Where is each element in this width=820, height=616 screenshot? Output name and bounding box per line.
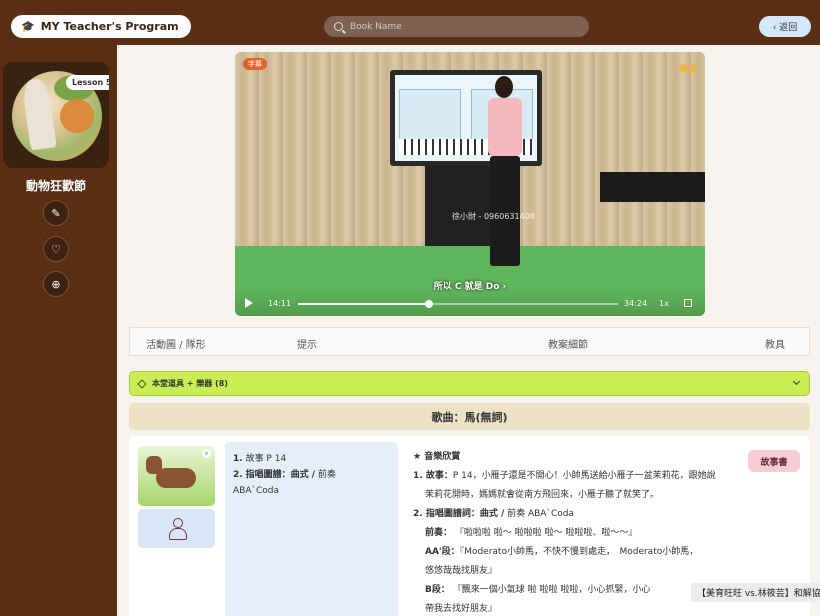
search-input[interactable] [350,21,570,32]
time-elapsed: 14:11 [268,299,292,308]
book-cover[interactable]: Lesson 5 [3,62,109,168]
song-title-bar: 歌曲：馬(無詞) [129,403,810,430]
search-bar[interactable] [324,16,589,37]
chevron-down-icon[interactable] [792,377,801,386]
zoom-in-icon: ⊕ [51,277,61,291]
tab-lesson-details[interactable]: 教案細節 [548,336,588,351]
time-total: 34:24 [624,299,648,308]
playback-speed[interactable]: 1x [659,299,669,308]
content-tabs: 活動圖 / 隊形 提示 教案細節 教具 [129,327,810,356]
book-title: 動物狂歡節 [25,179,86,193]
main-content: 字幕 美育 徐小財 - 0960631408 所以 C 就是 Do › 14:1… [117,45,820,616]
props-instruments-accordion[interactable]: 本堂道具 + 樂器 (8) [129,371,810,396]
top-bar: 🎓 MY Teacher's Program ‹ 返回 [0,0,820,45]
graduation-cap-icon: 🎓 [21,20,35,33]
video-player[interactable]: 字幕 美育 徐小財 - 0960631408 所以 C 就是 Do › 14:1… [235,52,705,316]
props-label: 本堂道具 + 樂器 (8) [152,379,228,388]
person-icon [168,517,187,540]
video-progress-bar[interactable] [298,300,618,308]
formation-thumbnail[interactable] [138,509,215,548]
brand-home-button[interactable]: 🎓 MY Teacher's Program [11,15,191,38]
back-button[interactable]: ‹ 返回 [759,16,811,37]
horse-thumbnail[interactable]: ⌕ [138,446,215,506]
favorite-button[interactable]: ♡ [43,236,69,262]
heart-icon: ♡ [51,242,61,256]
lesson-badge: Lesson 5 [66,75,109,90]
hints-column: 1. 故事 P 14 2. 指唱圖譜：曲式 / 前奏 ABA`Coda [225,442,398,616]
caption-toggle[interactable]: 字幕 [243,58,267,70]
brand-label: MY Teacher's Program [40,20,179,33]
pencil-icon: ✎ [51,206,61,220]
cube-icon [137,378,147,389]
fullscreen-icon[interactable] [684,299,692,307]
search-icon [334,22,343,31]
video-watermark: 徐小財 - 0960631408 [452,212,535,221]
story-book-button[interactable]: 故事書 [748,450,800,472]
tab-hints[interactable]: 提示 [297,336,317,351]
progress-knob[interactable] [425,300,434,308]
edit-button[interactable]: ✎ [43,200,69,226]
video-controls: 14:11 34:24 1x [235,290,705,316]
zoom-icon[interactable]: ⌕ [202,449,211,458]
sidebar: Lesson 5 動物狂歡節 ✎ ♡ ⊕ [0,45,117,616]
caption-label: 字幕 [248,60,262,68]
tab-activity-formation[interactable]: 活動圖 / 隊形 [146,336,206,351]
news-ticker[interactable]: 【美育旺旺 vs.林筱芸】和解協議 [691,583,820,602]
video-teacher [485,76,525,272]
zoom-button[interactable]: ⊕ [43,271,69,297]
video-brand-logo: 美育 [678,65,697,75]
tab-teaching-aids[interactable]: 教具 [765,336,785,351]
play-icon[interactable] [245,298,253,308]
